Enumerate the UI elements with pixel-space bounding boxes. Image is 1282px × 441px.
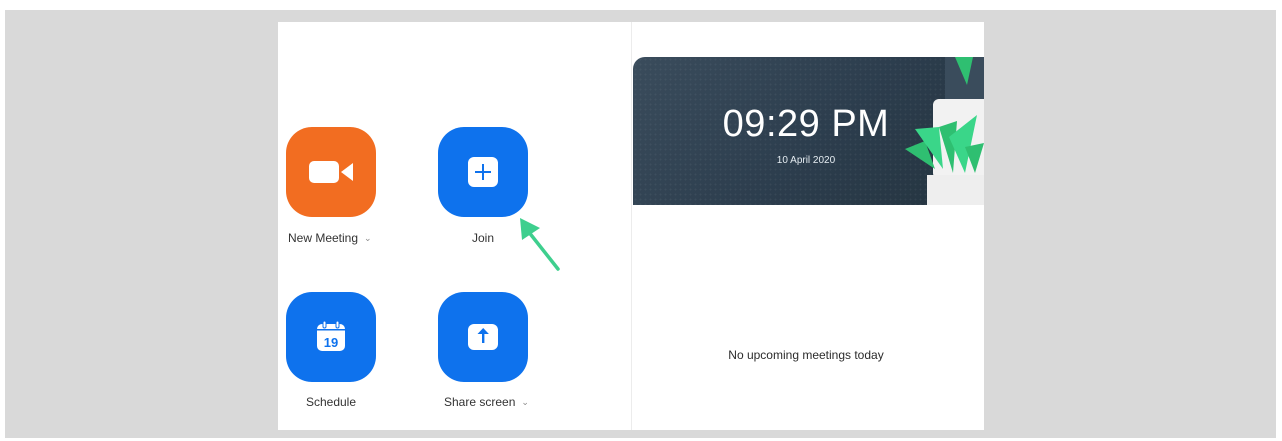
new-meeting-label[interactable]: New Meeting ⌄ (288, 231, 372, 245)
share-screen-label[interactable]: Share screen ⌄ (444, 395, 529, 409)
current-date: 10 April 2020 (776, 155, 836, 166)
schedule-label[interactable]: Schedule (296, 395, 366, 409)
plant-illustration (905, 57, 984, 205)
share-screen-button[interactable] (438, 292, 528, 382)
chevron-down-icon[interactable]: ⌄ (364, 233, 372, 243)
current-time: 09:29 PM (722, 103, 890, 145)
calendar-icon: 19 (317, 320, 345, 351)
join-label[interactable]: Join (463, 231, 503, 245)
video-camera-icon (309, 161, 353, 183)
time-banner: 09:29 PM 10 April 2020 (633, 57, 984, 205)
schedule-button[interactable]: 19 (286, 292, 376, 382)
new-meeting-button[interactable] (286, 127, 376, 217)
pointer-arrow-icon (520, 218, 560, 271)
chevron-down-icon[interactable]: ⌄ (521, 397, 529, 407)
zoom-home-window: New Meeting ⌄ Join 19 Schedule Share scre… (278, 22, 984, 430)
join-button[interactable] (438, 127, 528, 217)
panel-divider (631, 22, 632, 430)
plus-icon (468, 157, 498, 187)
no-meetings-message: No upcoming meetings today (728, 348, 884, 362)
calendar-day: 19 (324, 335, 338, 350)
upload-arrow-icon (468, 324, 498, 350)
